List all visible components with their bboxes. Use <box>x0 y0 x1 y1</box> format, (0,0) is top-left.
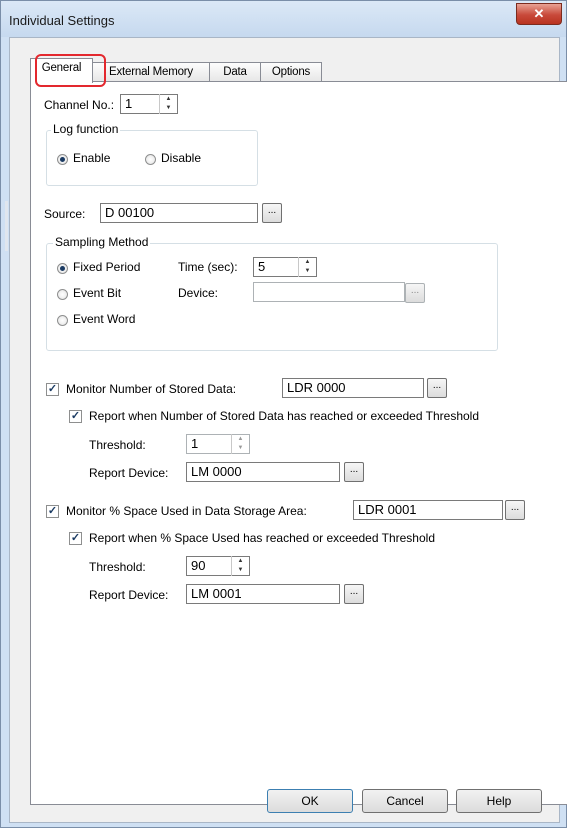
ok-button-label: OK <box>301 794 319 808</box>
space-threshold-spinner[interactable]: ▲ ▼ <box>231 556 250 576</box>
stored-threshold-input[interactable]: 1 ▲ ▼ <box>186 434 250 454</box>
space-report-device-value: LM 0001 <box>191 586 242 601</box>
help-button-label: Help <box>486 794 512 808</box>
dialog-window: Individual Settings ✕ General External M… <box>0 0 567 828</box>
ellipsis-icon: ... <box>349 586 359 597</box>
monitor-stored-label: Monitor Number of Stored Data: <box>66 382 237 396</box>
dialog-body: General External Memory Data Options Cha… <box>9 37 567 823</box>
source-input[interactable]: D 00100 <box>100 203 258 223</box>
disable-label: Disable <box>161 151 202 165</box>
stored-report-device-browse-button[interactable]: ... <box>344 462 364 482</box>
spin-down-icon[interactable]: ▼ <box>299 267 316 276</box>
report-space-checkbox[interactable]: ✓ <box>69 532 82 545</box>
cancel-button[interactable]: Cancel <box>362 789 448 813</box>
stored-threshold-spinner[interactable]: ▲ ▼ <box>231 434 250 454</box>
window-edge-shadow <box>5 201 8 251</box>
log-function-legend: Log function <box>51 122 121 136</box>
spin-up-icon[interactable]: ▲ <box>299 258 316 267</box>
stored-threshold-label: Threshold: <box>89 438 146 452</box>
radio-disable[interactable] <box>145 154 156 165</box>
spin-down-icon[interactable]: ▼ <box>232 566 249 575</box>
tab-options-label: Options <box>271 66 311 78</box>
enable-label: Enable <box>73 151 111 165</box>
title-bar: Individual Settings ✕ <box>1 1 566 37</box>
space-report-device-label: Report Device: <box>89 588 169 602</box>
time-spinner[interactable]: ▲ ▼ <box>298 257 317 277</box>
tab-highlight-annotation <box>35 54 106 87</box>
channel-label: Channel No.: <box>44 98 115 112</box>
monitor-stored-input[interactable]: LDR 0000 <box>282 378 424 398</box>
time-label: Time (sec): <box>178 260 238 274</box>
sampling-method-legend: Sampling Method <box>53 235 151 249</box>
monitor-stored-value: LDR 0000 <box>287 380 346 395</box>
space-report-device-input[interactable]: LM 0001 <box>186 584 340 604</box>
radio-event-word[interactable] <box>57 315 68 326</box>
radio-fixed-period[interactable] <box>57 263 68 274</box>
stored-report-device-value: LM 0000 <box>191 464 242 479</box>
channel-value: 1 <box>125 96 133 111</box>
monitor-space-checkbox[interactable]: ✓ <box>46 505 59 518</box>
stored-report-device-input[interactable]: LM 0000 <box>186 462 340 482</box>
radio-selected-dot <box>60 266 65 271</box>
report-stored-label: Report when Number of Stored Data has re… <box>89 409 480 423</box>
monitor-stored-browse-button[interactable]: ... <box>427 378 447 398</box>
spin-down-icon[interactable]: ▼ <box>160 104 177 113</box>
spin-down-icon[interactable]: ▼ <box>232 444 249 453</box>
device-browse-button[interactable]: ... <box>405 283 425 303</box>
channel-input[interactable]: 1 ▲ ▼ <box>120 94 178 114</box>
spin-up-icon[interactable]: ▲ <box>232 435 249 444</box>
tab-options[interactable]: Options <box>260 62 322 82</box>
help-button[interactable]: Help <box>456 789 542 813</box>
device-input[interactable] <box>253 282 405 302</box>
space-report-device-browse-button[interactable]: ... <box>344 584 364 604</box>
ok-button[interactable]: OK <box>267 789 353 813</box>
space-threshold-value: 90 <box>191 558 206 573</box>
ellipsis-icon: ... <box>410 285 420 296</box>
tab-external-memory[interactable]: External Memory <box>91 62 211 82</box>
stored-report-device-label: Report Device: <box>89 466 169 480</box>
tab-external-memory-label: External Memory <box>109 66 193 78</box>
close-icon: ✕ <box>533 6 545 21</box>
monitor-space-input[interactable]: LDR 0001 <box>353 500 503 520</box>
radio-event-bit[interactable] <box>57 289 68 300</box>
channel-spinner[interactable]: ▲ ▼ <box>159 94 178 114</box>
radio-enable[interactable] <box>57 154 68 165</box>
log-function-group: Log function Enable Disable <box>46 122 258 186</box>
event-bit-label: Event Bit <box>73 286 122 300</box>
source-label: Source: <box>44 207 86 221</box>
general-tab-panel: Channel No.: 1 ▲ ▼ Log function Enable Di… <box>30 81 567 805</box>
time-value: 5 <box>258 259 266 274</box>
ellipsis-icon: ... <box>510 502 520 513</box>
cancel-button-label: Cancel <box>386 794 424 808</box>
close-button[interactable]: ✕ <box>516 3 562 25</box>
ellipsis-icon: ... <box>267 205 277 216</box>
monitor-space-label: Monitor % Space Used in Data Storage Are… <box>66 504 307 518</box>
monitor-space-browse-button[interactable]: ... <box>505 500 525 520</box>
spin-up-icon[interactable]: ▲ <box>160 95 177 104</box>
space-threshold-input[interactable]: 90 ▲ ▼ <box>186 556 250 576</box>
monitor-stored-checkbox[interactable]: ✓ <box>46 383 59 396</box>
monitor-space-value: LDR 0001 <box>358 502 417 517</box>
tab-data[interactable]: Data <box>209 62 261 82</box>
source-browse-button[interactable]: ... <box>262 203 282 223</box>
spin-up-icon[interactable]: ▲ <box>232 557 249 566</box>
event-word-label: Event Word <box>73 312 136 326</box>
sampling-method-group: Sampling Method Fixed Period Time (sec):… <box>46 235 498 351</box>
window-title: Individual Settings <box>9 13 115 28</box>
report-stored-checkbox[interactable]: ✓ <box>69 410 82 423</box>
ellipsis-icon: ... <box>432 380 442 391</box>
source-value: D 00100 <box>105 205 155 220</box>
device-label: Device: <box>178 286 219 300</box>
fixed-period-label: Fixed Period <box>73 260 141 274</box>
tab-data-label: Data <box>223 66 247 78</box>
radio-selected-dot <box>60 157 65 162</box>
report-space-label: Report when % Space Used has reached or … <box>89 531 435 545</box>
ellipsis-icon: ... <box>349 464 359 475</box>
space-threshold-label: Threshold: <box>89 560 146 574</box>
time-input[interactable]: 5 ▲ ▼ <box>253 257 317 277</box>
stored-threshold-value: 1 <box>191 436 199 451</box>
